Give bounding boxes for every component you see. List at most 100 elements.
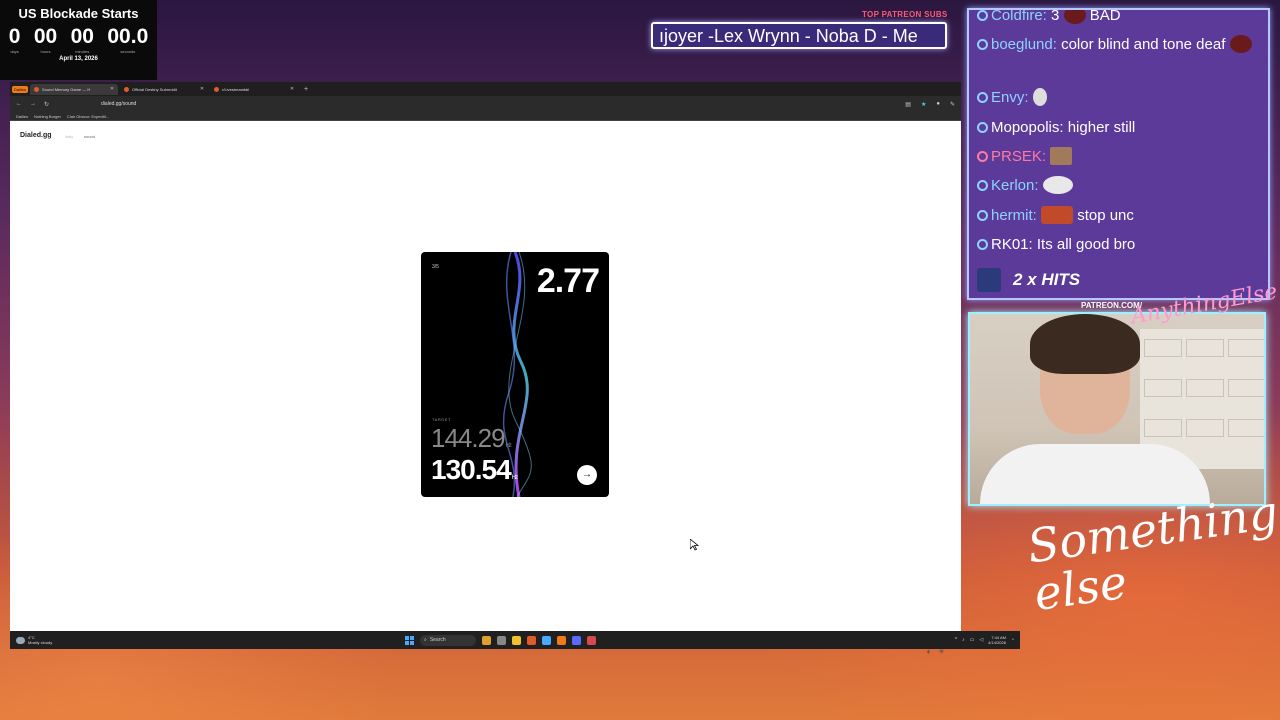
target-unit: Hz bbox=[505, 443, 512, 449]
emote-icon bbox=[1229, 35, 1252, 53]
chat-text: Its all good bro bbox=[1036, 236, 1136, 253]
countdown-minutes-value: 00 bbox=[70, 25, 94, 48]
browser-window: Dailies Sound Memory Game — H ✕ Official… bbox=[10, 82, 961, 656]
browser-icon[interactable] bbox=[527, 635, 536, 645]
countdown-hours-value: 00 bbox=[33, 25, 58, 48]
countdown-days-value: 0 bbox=[8, 25, 21, 48]
chevron-up-icon[interactable]: ^ bbox=[955, 637, 957, 643]
round-indicator: 3/5 bbox=[432, 264, 439, 270]
chat-username: hermit: bbox=[991, 207, 1037, 224]
profile-icon[interactable]: ● bbox=[936, 101, 940, 108]
url-field[interactable]: dialed.gg/sound bbox=[101, 101, 136, 107]
volume-icon[interactable]: ◁ bbox=[979, 637, 983, 643]
next-arrow-button[interactable]: → bbox=[577, 465, 597, 485]
close-icon[interactable]: ✕ bbox=[290, 86, 294, 92]
weather-widget[interactable]: 4°C Mostly cloudy bbox=[16, 635, 52, 645]
reload-icon[interactable]: ↻ bbox=[44, 101, 49, 108]
chat-username: PRSEK: bbox=[991, 148, 1047, 165]
chat-badge-icon bbox=[977, 180, 988, 191]
chat-message: hermit: stop unc bbox=[977, 204, 1260, 228]
game-card: 3/5 2.77 TARGET 144.29Hz 130.54Hz → bbox=[421, 252, 609, 497]
back-icon[interactable]: ← bbox=[16, 101, 22, 107]
dailies-badge[interactable]: Dailies bbox=[12, 85, 29, 93]
steam-icon[interactable] bbox=[542, 635, 551, 645]
streamer-hair bbox=[1030, 314, 1140, 374]
countdown-digits: 0 days 00 hours 00 minutes 00.0 seconds bbox=[0, 21, 157, 54]
extension-icon[interactable]: ✎ bbox=[950, 101, 955, 108]
chat-text: stop unc bbox=[1077, 207, 1134, 224]
bookmarks-bar: Dailies Nothing Burger Clair Obscur: Exp… bbox=[10, 112, 961, 121]
taskbar-app-8[interactable] bbox=[587, 635, 596, 645]
webcam-feed bbox=[968, 312, 1266, 506]
weather-desc: Mostly cloudy bbox=[28, 640, 53, 645]
file-explorer-icon[interactable] bbox=[512, 635, 521, 645]
chat-text: 3 bbox=[1051, 8, 1060, 24]
nav-daily[interactable]: daily bbox=[65, 134, 73, 139]
close-icon[interactable]: ✕ bbox=[110, 86, 114, 92]
countdown-minutes-label: minutes bbox=[75, 49, 90, 54]
mouse-cursor-icon bbox=[690, 539, 699, 551]
countdown-title: US Blockade Starts bbox=[18, 6, 139, 21]
emote-icon bbox=[1041, 206, 1074, 224]
chat-username: Mopopolis: bbox=[991, 119, 1064, 136]
toolbar-icons: ▤ ★ ● ✎ bbox=[905, 101, 955, 108]
nav-sound[interactable]: sound bbox=[84, 134, 95, 139]
bookmark-clair-obscur[interactable]: Clair Obscur: Expediti... bbox=[67, 114, 109, 119]
discord-icon[interactable] bbox=[572, 635, 581, 645]
tab-label: r/Livestreamfail bbox=[222, 86, 250, 92]
chat-message: RK01: Its all good bro bbox=[977, 233, 1260, 257]
hits-counter: 2 x HITS bbox=[977, 268, 1080, 292]
taskbar-app-1[interactable] bbox=[482, 635, 491, 645]
clock[interactable]: 7:44 AM 4/14/2026 bbox=[988, 635, 1006, 645]
tab-destiny-subreddit[interactable]: Official Destiny Subreddit ✕ bbox=[120, 84, 208, 95]
mic-icon[interactable]: ♪ bbox=[962, 637, 965, 643]
windows-start-icon[interactable] bbox=[405, 635, 414, 645]
chat-message: Kerlon: bbox=[977, 174, 1260, 198]
tab-livestreamfail[interactable]: r/Livestreamfail ✕ bbox=[210, 84, 298, 95]
skull-emote-icon bbox=[1032, 88, 1047, 106]
chat-text-after: BAD bbox=[1089, 8, 1121, 24]
forward-icon[interactable]: → bbox=[30, 101, 36, 107]
close-icon[interactable]: ✕ bbox=[200, 86, 204, 92]
taskbar-search[interactable]: ⌕ Search bbox=[420, 634, 476, 646]
patreon-subs-ticker: ıjoyer -Lex Wrynn - Noba D - Me bbox=[651, 22, 947, 49]
target-value: 144.29 bbox=[431, 423, 506, 453]
avatar bbox=[977, 268, 1001, 292]
countdown-hours-label: hours bbox=[40, 49, 51, 54]
bookmark-nothing-burger[interactable]: Nothing Burger bbox=[34, 114, 61, 119]
system-tray: ^ ♪ ▭ ◁ 7:44 AM 4/14/2026 ◔ bbox=[955, 635, 1014, 645]
new-tab-button[interactable]: + bbox=[304, 86, 308, 93]
bookmark-star-icon[interactable]: ★ bbox=[921, 101, 926, 108]
chat-username: boeglund: bbox=[991, 36, 1057, 53]
countdown-date: April 13, 2026 bbox=[59, 56, 98, 62]
notification-icon[interactable]: ◔ bbox=[1011, 637, 1014, 643]
chat-message: boeglund: color blind and tone deaf bbox=[977, 33, 1260, 57]
site-logo[interactable]: Dialed.gg bbox=[20, 132, 52, 139]
countdown-seconds-label: seconds bbox=[120, 49, 136, 54]
tab-label: Sound Memory Game — H bbox=[42, 86, 91, 92]
network-icon[interactable]: ▭ bbox=[970, 637, 975, 643]
tab-label: Official Destiny Subreddit bbox=[132, 86, 177, 92]
reader-icon[interactable]: ▤ bbox=[905, 101, 911, 108]
taskbar-app-6[interactable] bbox=[557, 635, 566, 645]
search-icon: ⌕ bbox=[424, 637, 427, 643]
chat-text: higher still bbox=[1067, 119, 1136, 136]
tab-sound-memory-game[interactable]: Sound Memory Game — H ✕ bbox=[30, 83, 119, 95]
chat-username: RK01: bbox=[991, 236, 1033, 253]
countdown-seconds: 00.0 seconds bbox=[107, 25, 148, 54]
tab-bar: Dailies Sound Memory Game — H ✕ Official… bbox=[10, 82, 961, 96]
guessed-unit: Hz bbox=[511, 475, 518, 481]
chat-message: Envy: bbox=[977, 86, 1260, 110]
reddit-icon bbox=[124, 86, 130, 92]
emote-icon bbox=[1042, 176, 1073, 194]
reddit-icon bbox=[214, 86, 220, 92]
chat-badge-icon bbox=[977, 239, 988, 250]
streamer-shirt bbox=[980, 444, 1210, 504]
countdown-hours: 00 hours bbox=[34, 25, 57, 54]
chat-message: Mopopolis: higher still bbox=[977, 116, 1260, 140]
round-score: 2.77 bbox=[536, 262, 600, 300]
target-label: TARGET bbox=[432, 417, 451, 422]
chat-badge-icon bbox=[977, 92, 988, 103]
bookmark-dailies[interactable]: Dailies bbox=[16, 114, 28, 119]
taskbar-app-2[interactable] bbox=[497, 635, 506, 645]
